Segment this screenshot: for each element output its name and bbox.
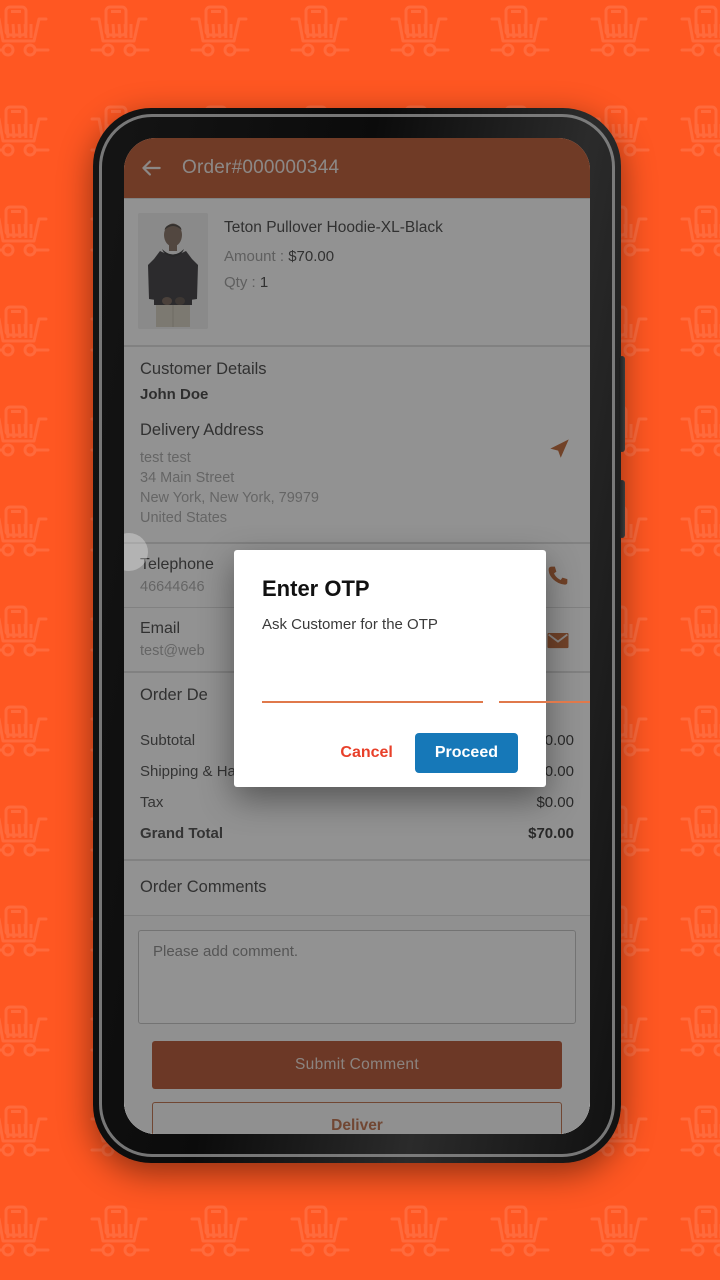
proceed-button[interactable]: Proceed [414, 733, 518, 773]
dialog-title: Enter OTP [262, 576, 370, 601]
phone-volume-button[interactable] [619, 356, 625, 452]
touch-ripple-indicator [124, 533, 148, 571]
phone-power-button[interactable] [619, 480, 625, 538]
dialog-subtitle: Ask Customer for the OTP [262, 616, 438, 633]
otp-digit-1[interactable] [262, 677, 483, 703]
phone-device-frame: Order#000000344 [93, 108, 625, 1163]
otp-input-group [262, 677, 590, 703]
otp-digit-2[interactable] [499, 677, 590, 703]
phone-screen: Order#000000344 [124, 138, 590, 1134]
dialog-actions: Cancel Proceed [262, 733, 518, 773]
enter-otp-dialog: Enter OTP Ask Customer for the OTP Cance… [234, 550, 590, 787]
cancel-button[interactable]: Cancel [324, 734, 408, 772]
